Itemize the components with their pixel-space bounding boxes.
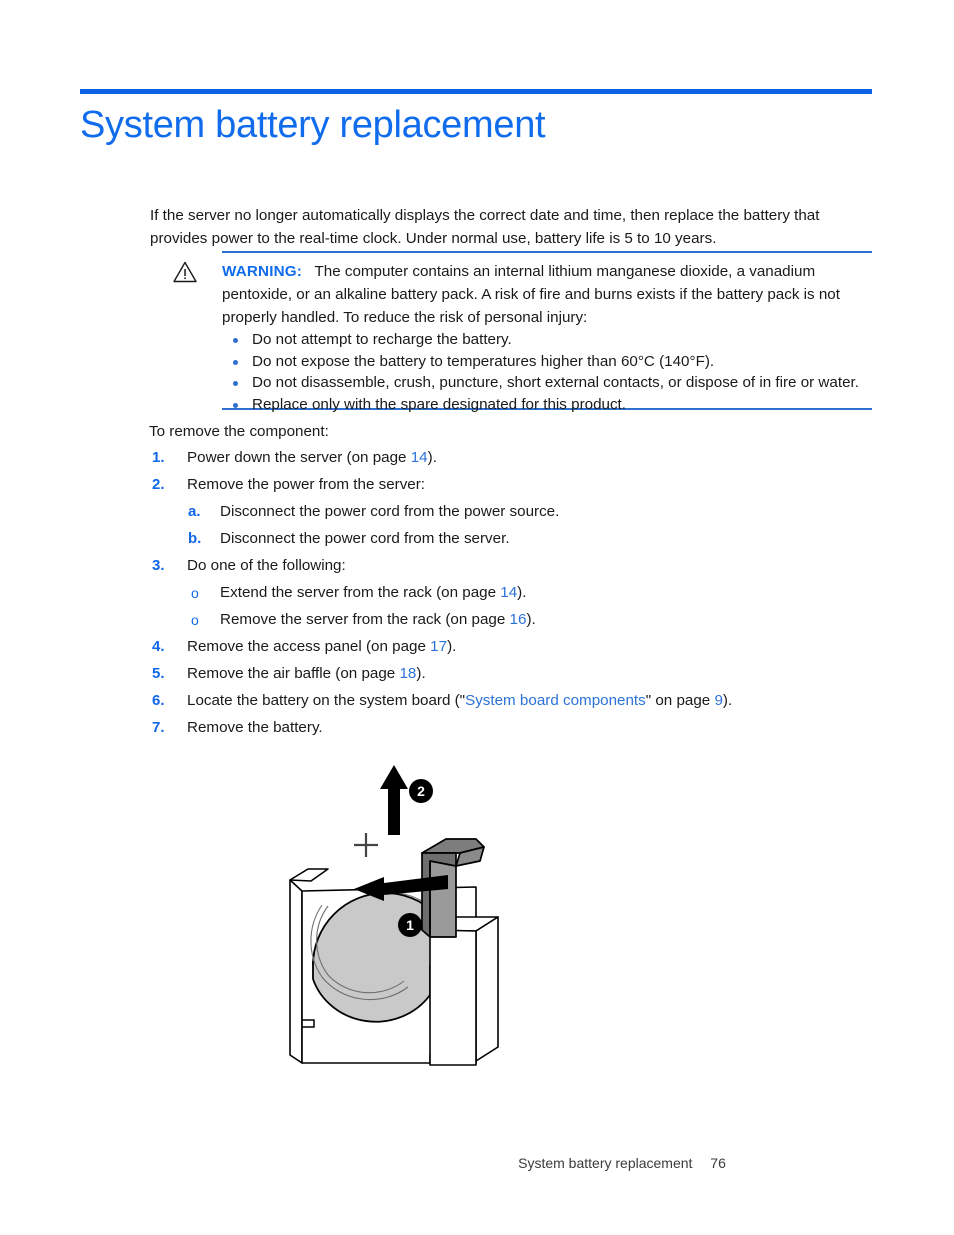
step-marker: 7. <box>152 719 165 736</box>
step-text: Extend the server from the rack (on page… <box>220 582 872 604</box>
step-marker: a. <box>188 503 201 520</box>
warning-text: The computer contains an internal lithiu… <box>222 263 840 326</box>
procedure-step: b. Disconnect the power cord from the ser… <box>149 528 872 555</box>
title-rule <box>80 89 872 94</box>
step-text: Remove the battery. <box>187 717 872 739</box>
step-text: Remove the access panel (on page 17). <box>187 636 872 658</box>
step-text: Remove the power from the server: <box>187 474 872 496</box>
list-item: Replace only with the spare designated f… <box>222 394 872 416</box>
bullet-icon <box>233 402 238 408</box>
warning-bullet-list: Do not attempt to recharge the battery. … <box>222 329 872 415</box>
step-text-run: Remove the air baffle (on page <box>187 665 400 682</box>
step-text-run: Power down the server (on page <box>187 449 411 466</box>
step-text-run: " on page <box>645 692 715 709</box>
step-text: Disconnect the power cord from the power… <box>220 501 872 523</box>
cross-reference-link[interactable]: 18 <box>399 665 416 682</box>
step-text: Disconnect the power cord from the serve… <box>220 528 872 550</box>
step-text: Power down the server (on page 14). <box>187 447 872 469</box>
footer-page-number: 76 <box>710 1155 726 1171</box>
procedure-step: 1. Power down the server (on page 14). <box>149 447 872 474</box>
cross-reference-link[interactable]: 16 <box>510 611 527 628</box>
cross-reference-link[interactable]: System board components <box>465 692 646 709</box>
procedure-step: o Extend the server from the rack (on pag… <box>149 582 872 609</box>
list-item: Do not attempt to recharge the battery. <box>222 329 872 351</box>
procedure-step: 7. Remove the battery. <box>149 717 872 744</box>
procedure-step: a. Disconnect the power cord from the pow… <box>149 501 872 528</box>
step-text-run: ). <box>447 638 457 655</box>
warning-label: WARNING: <box>222 263 303 280</box>
list-item: Do not disassemble, crush, puncture, sho… <box>222 372 872 394</box>
step-text: Locate the battery on the system board (… <box>187 690 872 712</box>
step-marker: o <box>191 585 199 601</box>
step-marker: 6. <box>152 692 165 709</box>
warning-triangle-icon <box>173 261 197 283</box>
cross-reference-link[interactable]: 17 <box>430 638 447 655</box>
step-marker: 2. <box>152 476 165 493</box>
list-item-label: Do not expose the battery to temperature… <box>252 352 715 370</box>
step-text-run: ). <box>427 449 437 466</box>
svg-text:1: 1 <box>406 917 414 933</box>
footer-title: System battery replacement <box>518 1155 693 1171</box>
page-footer: System battery replacement 76 <box>0 1155 954 1171</box>
procedure-step: 4. Remove the access panel (on page 17). <box>149 636 872 663</box>
step-marker: b. <box>188 530 202 547</box>
step-text-run: Remove the battery. <box>187 719 323 736</box>
cross-reference-link[interactable]: 9 <box>714 692 722 709</box>
step-text-run: ). <box>722 692 733 709</box>
document-page: System battery replacement If the server… <box>0 0 954 1235</box>
warning-body: WARNING: The computer contains an intern… <box>222 260 872 329</box>
cross-reference-link[interactable]: 14 <box>500 584 517 601</box>
step-marker: 3. <box>152 557 165 574</box>
step-text-run: Do one of the following: <box>187 557 346 574</box>
step-marker: 4. <box>152 638 165 655</box>
procedure-lead: To remove the component: <box>149 423 329 440</box>
list-item-label: Do not attempt to recharge the battery. <box>252 331 512 348</box>
step-text-run: ). <box>416 665 426 682</box>
page-title: System battery replacement <box>80 104 546 146</box>
procedure-step: 5. Remove the air baffle (on page 18). <box>149 663 872 690</box>
step-text: Remove the air baffle (on page 18). <box>187 663 872 685</box>
cross-reference-link[interactable]: 14 <box>411 449 428 466</box>
step-text-run: Locate the battery on the system board (… <box>187 692 466 709</box>
step-marker: o <box>191 612 199 628</box>
intro-paragraph: If the server no longer automatically di… <box>150 207 820 247</box>
svg-text:2: 2 <box>417 783 425 799</box>
procedure-step: o Remove the server from the rack (on pag… <box>149 609 872 636</box>
procedure-step: 2. Remove the power from the server: <box>149 474 872 501</box>
bullet-icon <box>233 359 238 365</box>
step-text-run: Remove the power from the server: <box>187 476 426 493</box>
step-marker: 1. <box>152 449 165 466</box>
step-text-run: ). <box>517 584 527 601</box>
step-text: Remove the server from the rack (on page… <box>220 609 872 631</box>
step-text-run: Disconnect the power cord from the power… <box>220 503 560 520</box>
step-text-run: Disconnect the power cord from the serve… <box>220 530 510 547</box>
step-marker: 5. <box>152 665 165 682</box>
list-item-label: Do not disassemble, crush, puncture, sho… <box>252 374 859 391</box>
step-text: Do one of the following: <box>187 555 872 577</box>
system-battery-removal-diagram: 2 1 <box>280 765 540 1075</box>
procedure-step: 6. Locate the battery on the system board… <box>149 690 872 717</box>
bullet-icon <box>233 381 238 386</box>
list-item: Do not expose the battery to temperature… <box>222 351 872 373</box>
step-text-run: ). <box>526 611 536 628</box>
step-text-run: Remove the server from the rack (on page <box>220 611 510 628</box>
warning-top-rule <box>222 251 872 253</box>
list-item-label: Replace only with the spare designated f… <box>252 395 626 413</box>
procedure-step: 3. Do one of the following: <box>149 555 872 582</box>
bullet-icon <box>233 338 238 343</box>
procedure-step-list: 1. Power down the server (on page 14). 2. R… <box>149 447 872 744</box>
step-text-run: Remove the access panel (on page <box>187 638 431 655</box>
step-text-run: Extend the server from the rack (on page <box>220 584 501 601</box>
